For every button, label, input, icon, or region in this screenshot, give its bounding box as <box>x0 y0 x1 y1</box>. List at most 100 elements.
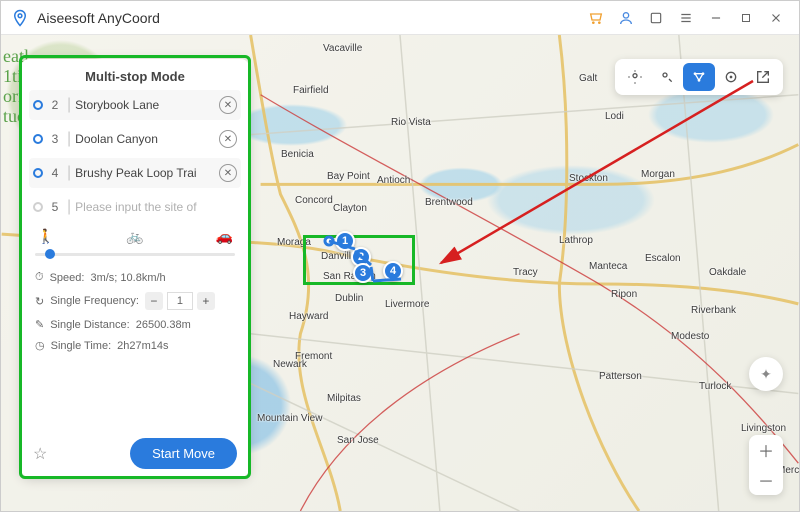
modify-location-icon[interactable] <box>619 63 651 91</box>
map-canvas[interactable]: Vacaville Fairfield Rio Vista Galt Lodi Benic… <box>1 35 799 511</box>
city-label: Livermore <box>385 299 429 310</box>
app-title: Aiseesoft AnyCoord <box>37 10 579 26</box>
export-icon[interactable] <box>747 63 779 91</box>
city-label: Manteca <box>589 261 627 272</box>
maximize-button[interactable] <box>733 5 759 31</box>
app-window: Aiseesoft AnyCoord <box>0 0 800 512</box>
close-button[interactable] <box>763 5 789 31</box>
distance-label: Single Distance: <box>50 319 130 331</box>
stop-row[interactable]: 3 | Doolan Canyon ✕ <box>29 124 241 154</box>
city-label: San Jose <box>337 435 379 446</box>
route-marker[interactable]: 4 <box>383 261 403 281</box>
minimize-button[interactable] <box>703 5 729 31</box>
multi-stop-mode-icon[interactable] <box>683 63 715 91</box>
speed-icon: ⏱ <box>35 271 44 284</box>
city-label: Milpitas <box>327 393 361 404</box>
city-label: Ripon <box>611 289 637 300</box>
freq-minus-button[interactable]: − <box>145 292 163 310</box>
city-label: Fairfield <box>293 85 329 96</box>
stop-dot-icon <box>33 100 43 110</box>
city-label: Newark <box>273 359 307 370</box>
city-label: Moraga <box>277 237 311 248</box>
freq-plus-button[interactable]: + <box>197 292 215 310</box>
map-mode-toolbar <box>615 59 783 95</box>
stop-name: Brushy Peak Loop Trai <box>75 166 219 180</box>
zoom-out-button[interactable]: － <box>749 465 783 495</box>
city-label: Lodi <box>605 111 624 122</box>
route-info: ⏱ Speed: 3m/s; 10.8km/h ↻ Single Frequen… <box>29 267 241 352</box>
city-label: Turlock <box>699 381 731 392</box>
city-label: Mountain View <box>257 413 322 424</box>
feedback-icon[interactable] <box>643 5 669 31</box>
city-label: Riverbank <box>691 305 736 316</box>
time-icon: ◷ <box>35 339 45 352</box>
cart-icon[interactable] <box>583 5 609 31</box>
city-label: Clayton <box>333 203 367 214</box>
favorite-icon[interactable]: ☆ <box>33 444 47 464</box>
zoom-in-button[interactable]: ＋ <box>749 435 783 465</box>
frequency-icon: ↻ <box>35 295 44 308</box>
titlebar: Aiseesoft AnyCoord <box>1 1 799 35</box>
frequency-value: 1 <box>167 292 193 310</box>
delete-stop-icon[interactable]: ✕ <box>219 164 237 182</box>
time-value: 2h27m14s <box>117 340 168 352</box>
city-label: Escalon <box>645 253 681 264</box>
stop-dot-icon <box>33 202 43 212</box>
city-label: Brentwood <box>425 197 473 208</box>
stop-row[interactable]: 2 | Storybook Lane ✕ <box>29 90 241 120</box>
city-label: Oakdale <box>709 267 746 278</box>
compass-button[interactable]: ✦ <box>749 357 783 391</box>
stop-row-empty[interactable]: 5 | Please input the site of <box>29 192 241 222</box>
stop-dot-icon <box>33 168 43 178</box>
city-label: Hayward <box>289 311 328 322</box>
city-label: Benicia <box>281 149 314 160</box>
stop-index: 4 <box>47 166 63 180</box>
city-label: Rio Vista <box>391 117 431 128</box>
city-label: Concord <box>295 195 333 206</box>
route-marker[interactable]: 1 <box>335 231 355 251</box>
delete-stop-icon[interactable]: ✕ <box>219 96 237 114</box>
stop-placeholder: Please input the site of <box>75 200 237 214</box>
car-mode-icon[interactable]: 🚗 <box>216 228 233 245</box>
transport-modes: 🚶 🚲 🚗 <box>29 222 241 247</box>
frequency-label: Single Frequency: <box>50 295 139 307</box>
stop-name: Doolan Canyon <box>75 132 219 146</box>
city-label: Bay Point <box>327 171 370 182</box>
speed-slider[interactable] <box>29 247 241 267</box>
frequency-stepper: − 1 + <box>145 292 215 310</box>
city-label: Tracy <box>513 267 538 278</box>
city-label: Lathrop <box>559 235 593 246</box>
user-icon[interactable] <box>613 5 639 31</box>
stop-index: 3 <box>47 132 63 146</box>
speed-value: 3m/s; 10.8km/h <box>90 272 165 284</box>
city-label: Modesto <box>671 331 709 342</box>
city-label: Antioch <box>377 175 410 186</box>
multistop-panel: Multi-stop Mode 2 | Storybook Lane ✕ 3 |… <box>21 59 249 477</box>
panel-title: Multi-stop Mode <box>29 69 241 84</box>
stop-index: 2 <box>47 98 63 112</box>
time-label: Single Time: <box>51 340 112 352</box>
one-stop-mode-icon[interactable] <box>651 63 683 91</box>
start-move-button[interactable]: Start Move <box>130 438 237 469</box>
joystick-mode-icon[interactable] <box>715 63 747 91</box>
stop-dot-icon <box>33 134 43 144</box>
route-marker[interactable]: 3 <box>353 263 373 283</box>
city-label: Vacaville <box>323 43 362 54</box>
city-label: Galt <box>579 73 597 84</box>
distance-value: 26500.38m <box>136 319 191 331</box>
bike-mode-icon[interactable]: 🚲 <box>126 228 143 245</box>
city-label: Patterson <box>599 371 642 382</box>
city-label: Dublin <box>335 293 363 304</box>
delete-stop-icon[interactable]: ✕ <box>219 130 237 148</box>
walk-mode-icon[interactable]: 🚶 <box>37 228 54 245</box>
city-label: Stockton <box>569 173 608 184</box>
stop-row[interactable]: 4 | Brushy Peak Loop Trai ✕ <box>29 158 241 188</box>
stop-list: 2 | Storybook Lane ✕ 3 | Doolan Canyon ✕… <box>29 90 241 222</box>
distance-icon: ✎ <box>35 318 44 331</box>
city-label: Morgan <box>641 169 675 180</box>
stop-name: Storybook Lane <box>75 98 219 112</box>
zoom-controls: ＋ － <box>749 435 783 495</box>
menu-icon[interactable] <box>673 5 699 31</box>
speed-label: Speed: <box>50 272 85 284</box>
stop-index: 5 <box>47 200 63 214</box>
